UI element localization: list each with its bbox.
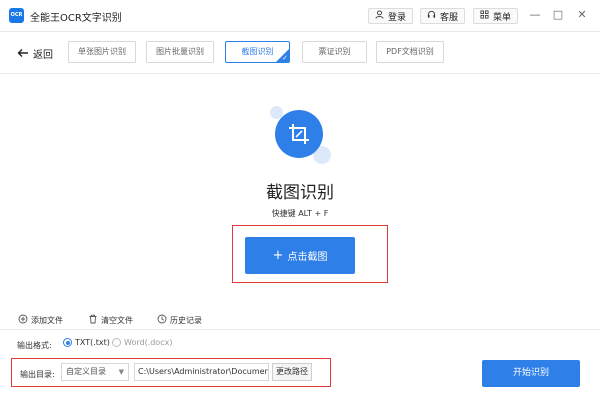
dir-select[interactable]: 自定义目录 ▼ — [61, 363, 129, 381]
page-title: 截图识别 — [266, 183, 334, 203]
radio-dot — [63, 338, 72, 347]
grid-icon — [480, 10, 489, 22]
add-file-button[interactable]: 添加文件 — [18, 314, 63, 327]
back-button[interactable]: 返回 — [17, 46, 53, 61]
plus-circle-icon — [18, 314, 28, 327]
history-label: 历史记录 — [170, 316, 202, 325]
service-label: 客服 — [440, 12, 459, 23]
back-label: 返回 — [33, 50, 53, 61]
nav-row: 返回 单张图片识别 图片批量识别 截图识别 ✓ 票证识别 PDF文档识别 — [0, 32, 600, 74]
clear-file-button[interactable]: 清空文件 — [88, 314, 133, 327]
plus-icon: + — [272, 248, 284, 263]
capture-label: 点击截图 — [287, 252, 328, 263]
action-row: 添加文件 清空文件 历史记录 — [0, 310, 600, 330]
tab-screenshot[interactable]: 截图识别 ✓ — [225, 41, 290, 63]
dir-label: 输出目录: — [20, 370, 55, 379]
divider — [0, 329, 600, 330]
radio-label: Word(.docx) — [124, 338, 173, 347]
radio-dot — [112, 338, 121, 347]
start-button[interactable]: 开始识别 — [482, 360, 580, 387]
history-button[interactable]: 历史记录 — [157, 314, 202, 327]
clock-icon — [157, 314, 167, 327]
service-button[interactable]: 客服 — [420, 8, 466, 24]
login-button[interactable]: 登录 — [368, 8, 414, 24]
change-path-button[interactable]: 更改路径 — [272, 363, 312, 381]
tab-label: 票证识别 — [318, 47, 351, 56]
tab-label: 截图识别 — [241, 47, 274, 56]
tab-pdf[interactable]: PDF文档识别 — [376, 41, 444, 63]
chevron-down-icon: ▼ — [118, 368, 124, 376]
app-logo-icon: OCR — [9, 8, 24, 23]
clear-file-label: 清空文件 — [101, 316, 133, 325]
tab-ticket[interactable]: 票证识别 — [302, 41, 367, 63]
app-title: 全能王OCR文字识别 — [30, 13, 122, 24]
user-icon — [375, 10, 384, 22]
radio-txt[interactable]: TXT(.txt) — [63, 338, 110, 347]
radio-label: TXT(.txt) — [75, 338, 110, 347]
dir-path-input[interactable]: C:\Users\Administrator\Documents\ — [134, 363, 269, 381]
tab-label: 图片批量识别 — [156, 47, 204, 56]
tab-label: PDF文档识别 — [386, 47, 434, 56]
close-button[interactable]: ✕ — [575, 8, 589, 22]
tab-label: 单张图片识别 — [78, 47, 126, 56]
headset-icon — [427, 10, 436, 22]
crop-icon — [275, 110, 323, 158]
capture-button[interactable]: + 点击截图 — [245, 237, 355, 274]
menu-button[interactable]: 菜单 — [473, 8, 519, 24]
maximize-button[interactable]: □ — [551, 8, 565, 22]
login-label: 登录 — [388, 12, 407, 23]
radio-word[interactable]: Word(.docx) — [112, 338, 172, 347]
tab-batch-image[interactable]: 图片批量识别 — [146, 41, 214, 63]
format-label: 输出格式: — [17, 341, 52, 350]
tab-single-image[interactable]: 单张图片识别 — [68, 41, 136, 63]
dir-select-value: 自定义目录 — [66, 367, 106, 376]
shortcut-hint: 快捷键 ALT + F — [271, 209, 329, 218]
add-file-label: 添加文件 — [31, 316, 63, 325]
arrow-left-icon — [17, 48, 29, 60]
minimize-button[interactable]: — — [528, 8, 542, 22]
trash-icon — [88, 314, 98, 327]
title-bar: OCR 全能王OCR文字识别 登录 客服 菜单 — □ ✕ — [0, 0, 600, 32]
check-icon: ✓ — [282, 54, 288, 62]
menu-label: 菜单 — [493, 12, 512, 23]
